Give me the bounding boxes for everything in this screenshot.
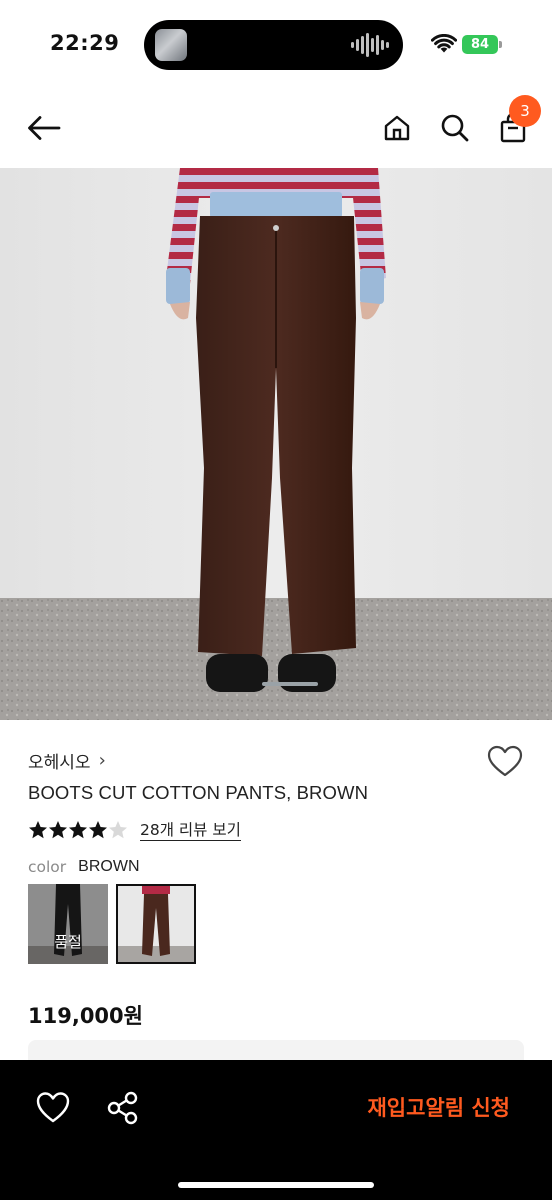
home-button[interactable]	[376, 108, 418, 148]
arrow-left-icon	[28, 116, 61, 140]
reviews-link[interactable]: 28개 리뷰 보기	[140, 820, 241, 841]
dynamic-island[interactable]	[144, 20, 403, 70]
status-time: 22:29	[50, 31, 120, 55]
share-button[interactable]	[104, 1090, 142, 1126]
swatch-brown-photo	[118, 886, 194, 962]
battery-tip	[499, 41, 502, 48]
heart-icon	[487, 745, 523, 777]
chevron-right-icon: ›	[98, 750, 106, 771]
product-photo	[0, 168, 552, 720]
now-playing-thumbnail	[155, 29, 187, 61]
restock-alert-button[interactable]: 재입고알림 신청	[330, 1090, 510, 1126]
color-value: BROWN	[78, 858, 140, 875]
home-icon	[384, 115, 410, 141]
search-icon	[441, 114, 469, 142]
heart-icon	[36, 1092, 70, 1123]
swatch-brown[interactable]	[116, 884, 196, 964]
product-price: 119,000원	[28, 1004, 143, 1028]
brand-link[interactable]: 오헤시오 ›	[28, 748, 106, 773]
wishlist-button[interactable]	[486, 744, 524, 780]
bottom-wishlist-button[interactable]	[34, 1090, 72, 1126]
search-button[interactable]	[434, 108, 476, 148]
back-button[interactable]	[22, 108, 66, 148]
rating-stars	[28, 820, 130, 840]
bottom-action-bar: 재입고알림 신청	[0, 1060, 552, 1200]
soldout-label: 품절	[54, 933, 82, 951]
star-rating-icon	[29, 821, 127, 839]
swatch-black[interactable]: 품절	[28, 884, 108, 964]
battery-indicator: 84	[462, 35, 498, 54]
rating-row: 28개 리뷰 보기	[28, 818, 241, 842]
color-row: color BROWN	[28, 858, 140, 876]
status-bar: 22:29 84	[0, 0, 552, 88]
home-indicator[interactable]	[178, 1182, 374, 1188]
product-title: BOOTS CUT COTTON PANTS, BROWN	[28, 782, 369, 803]
audio-wave-icon	[351, 33, 389, 57]
product-main-image[interactable]	[0, 168, 552, 720]
cart-count-badge: 3	[509, 95, 541, 127]
brand-name: 오헤시오	[28, 753, 91, 773]
top-nav-bar	[0, 88, 552, 168]
soldout-overlay	[28, 884, 108, 964]
wifi-icon	[431, 34, 457, 53]
share-icon	[107, 1091, 138, 1125]
color-label: color	[28, 858, 67, 876]
